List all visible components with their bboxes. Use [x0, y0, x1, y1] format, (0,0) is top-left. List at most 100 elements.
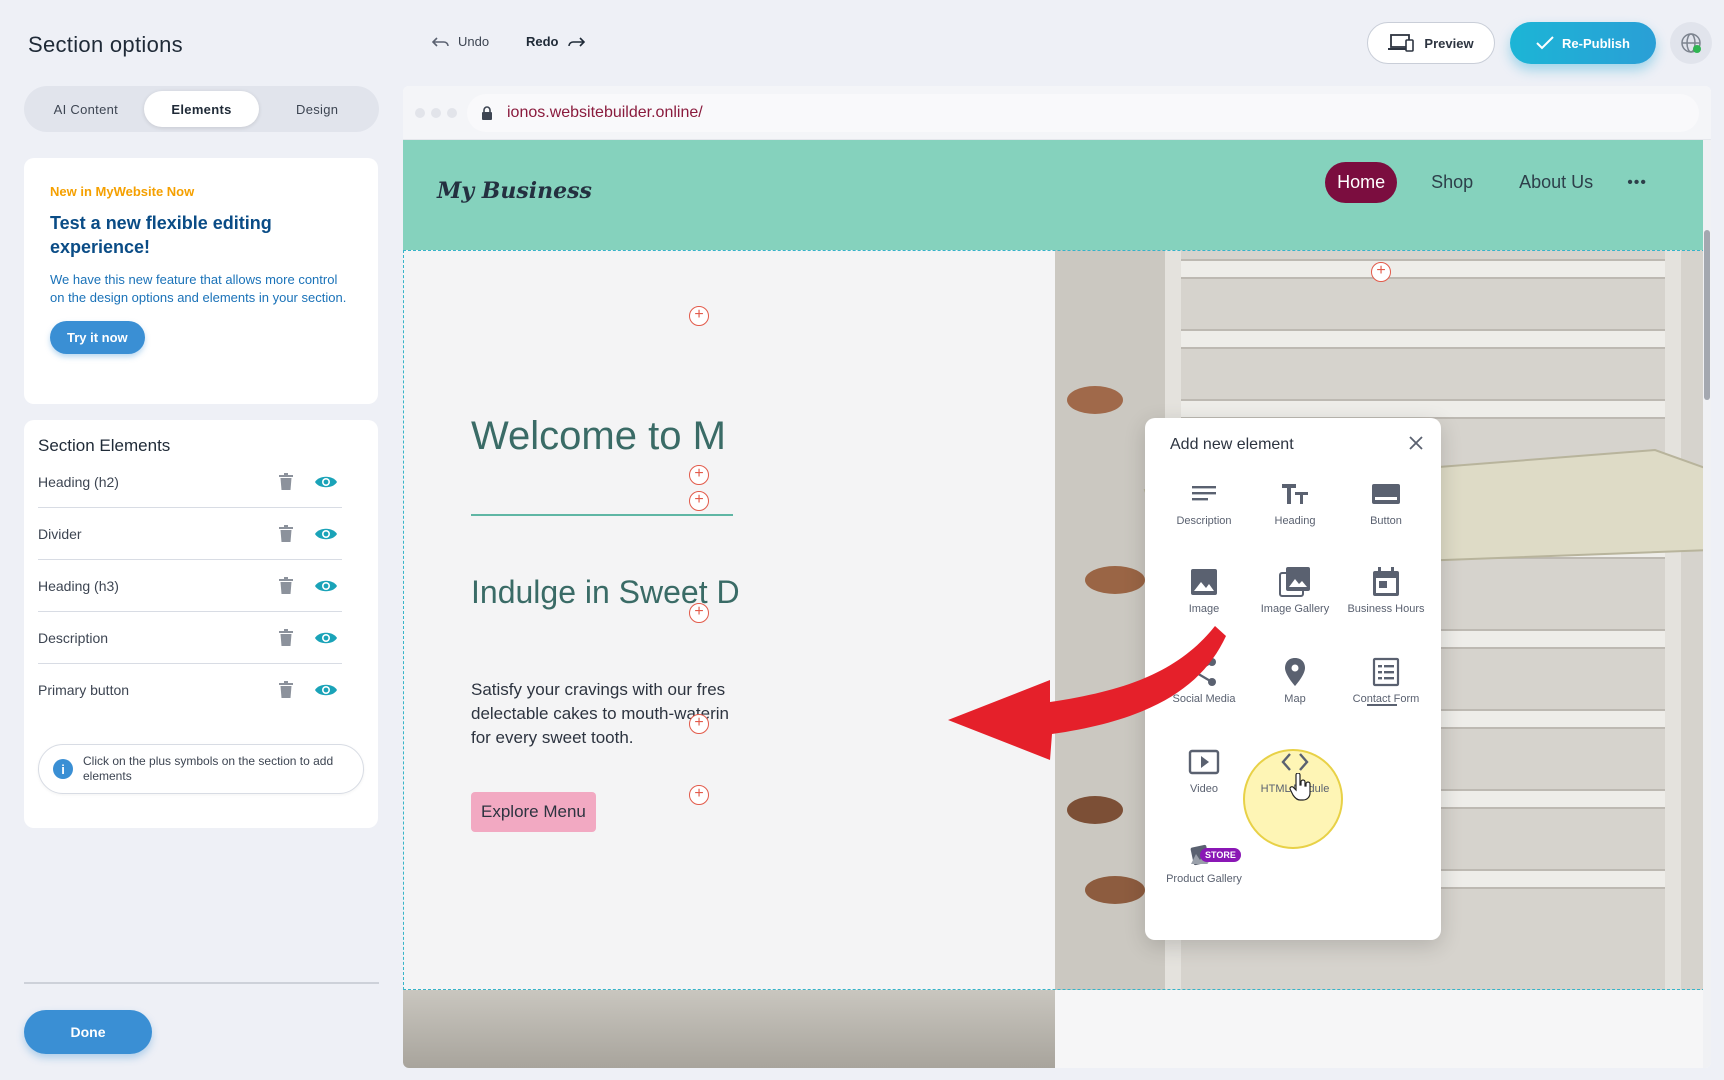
eye-icon[interactable]	[314, 682, 338, 698]
devices-icon	[1388, 34, 1415, 52]
site-preview: ionos.websitebuilder.online/ My Business…	[403, 86, 1711, 1068]
eye-icon[interactable]	[314, 630, 338, 646]
promo-kicker: New in MyWebsite Now	[50, 184, 195, 199]
partial-tile-edge	[1367, 704, 1397, 706]
add-elements-hint: i Click on the plus symbols on the secti…	[38, 744, 364, 794]
promo-title: Test a new flexible editing experience!	[50, 213, 272, 257]
add-description[interactable]: Description	[1159, 478, 1249, 558]
trash-icon[interactable]	[278, 524, 294, 543]
next-section[interactable]	[403, 990, 1711, 1068]
globe-icon	[1681, 33, 1701, 53]
description-icon	[1192, 486, 1216, 501]
add-button-label: Button	[1370, 515, 1402, 527]
url-field: ionos.websitebuilder.online/	[467, 94, 1699, 132]
add-business-hours-label: Business Hours	[1347, 603, 1425, 615]
image-gallery-icon	[1279, 567, 1310, 597]
map-pin-icon	[1285, 658, 1305, 686]
trash-icon[interactable]	[278, 472, 294, 491]
promo-description: We have this new feature that allows mor…	[50, 272, 347, 305]
panel-title: Section options	[28, 32, 183, 57]
url-text: ionos.websitebuilder.online/	[507, 104, 703, 121]
image-icon	[1191, 569, 1217, 595]
preview-scrollbar[interactable]	[1703, 140, 1711, 1068]
trash-icon[interactable]	[278, 628, 294, 647]
site-nav: Home Shop About Us •••	[1325, 162, 1647, 203]
add-element-plus-icon[interactable]: +	[689, 306, 709, 326]
business-hours-icon	[1373, 567, 1399, 596]
add-element-plus-icon[interactable]: +	[689, 491, 709, 511]
undo-button[interactable]: Undo	[432, 34, 489, 49]
add-product-gallery[interactable]: STORE Product Gallery	[1159, 836, 1249, 916]
undo-label: Undo	[458, 34, 490, 49]
add-element-plus-icon[interactable]: +	[689, 603, 709, 623]
hero-description-line: delectable cakes to mouth-waterin	[471, 704, 729, 723]
scrollbar-thumb[interactable]	[1704, 230, 1710, 400]
add-button[interactable]: Button	[1341, 478, 1431, 558]
red-arrow-annotation	[948, 626, 1226, 760]
add-video-label: Video	[1190, 783, 1218, 795]
element-label: Heading (h2)	[38, 473, 119, 490]
tab-elements[interactable]: Elements	[143, 91, 260, 127]
redo-button[interactable]: Redo	[526, 34, 585, 49]
trash-icon[interactable]	[278, 681, 294, 699]
nav-more-icon[interactable]: •••	[1627, 174, 1647, 192]
done-button[interactable]: Done	[24, 1010, 152, 1054]
eye-icon[interactable]	[314, 578, 338, 594]
element-row[interactable]: Heading (h2)	[38, 456, 342, 508]
element-label: Primary button	[38, 682, 130, 698]
add-map-label: Map	[1284, 693, 1306, 705]
site-brand[interactable]: My Business	[437, 178, 592, 204]
redo-label: Redo	[526, 34, 559, 49]
nav-about-us[interactable]: About Us	[1507, 162, 1605, 203]
hero-divider[interactable]	[471, 514, 733, 516]
add-image-gallery[interactable]: Image Gallery	[1250, 566, 1340, 646]
section-elements-title: Section Elements	[38, 436, 171, 455]
language-button[interactable]	[1670, 22, 1712, 64]
tab-ai-content[interactable]: AI Content	[28, 91, 144, 127]
contact-form-icon	[1372, 657, 1400, 687]
add-element-plus-icon[interactable]: +	[689, 465, 709, 485]
check-icon	[1536, 36, 1554, 50]
hero-heading[interactable]: Welcome to M	[471, 414, 726, 459]
add-business-hours[interactable]: Business Hours	[1341, 566, 1431, 646]
preview-button[interactable]: Preview	[1367, 22, 1495, 64]
hero-description[interactable]: Satisfy your cravings with our fres dele…	[471, 678, 771, 750]
element-row[interactable]: Heading (h3)	[38, 560, 342, 612]
hint-text: Click on the plus symbols on the section…	[83, 754, 334, 783]
panel-divider	[24, 982, 379, 984]
promo-card: New in MyWebsite Now Test a new flexible…	[24, 158, 378, 404]
add-element-plus-icon[interactable]: +	[689, 714, 709, 734]
add-map[interactable]: Map	[1250, 656, 1340, 736]
tab-design[interactable]: Design	[259, 91, 375, 127]
undo-icon	[432, 36, 449, 47]
window-dots	[415, 108, 457, 118]
element-label: Heading (h3)	[38, 577, 119, 594]
site-header: My Business Home Shop About Us •••	[403, 140, 1711, 250]
add-product-gallery-label: Product Gallery	[1166, 873, 1242, 885]
element-label: Description	[38, 629, 109, 646]
add-heading[interactable]: Heading	[1250, 478, 1340, 558]
eye-icon[interactable]	[314, 526, 338, 542]
element-row[interactable]: Divider	[38, 508, 342, 560]
nav-home[interactable]: Home	[1325, 162, 1398, 203]
redo-icon	[567, 36, 585, 47]
preview-label: Preview	[1424, 35, 1474, 51]
add-element-plus-icon[interactable]: +	[689, 785, 709, 805]
explore-menu-button[interactable]: Explore Menu	[471, 792, 596, 832]
element-row[interactable]: Description	[38, 612, 342, 664]
next-section-image	[403, 990, 1055, 1068]
add-description-label: Description	[1176, 515, 1232, 527]
close-icon[interactable]	[1407, 434, 1425, 452]
nav-shop[interactable]: Shop	[1419, 162, 1485, 203]
heading-icon	[1282, 484, 1308, 504]
trash-icon[interactable]	[278, 576, 294, 595]
eye-icon[interactable]	[314, 474, 338, 490]
add-element-plus-icon[interactable]: +	[1371, 262, 1391, 282]
next-section-blank	[1055, 990, 1711, 1068]
add-contact-form[interactable]: Contact Form	[1341, 656, 1431, 736]
republish-button[interactable]: Re-Publish	[1510, 22, 1656, 64]
try-it-now-button[interactable]: Try it now	[50, 321, 145, 354]
section-elements-card: Section Elements Heading (h2) Divider He…	[24, 420, 378, 828]
element-row[interactable]: Primary button	[38, 664, 342, 716]
info-icon: i	[53, 759, 73, 779]
